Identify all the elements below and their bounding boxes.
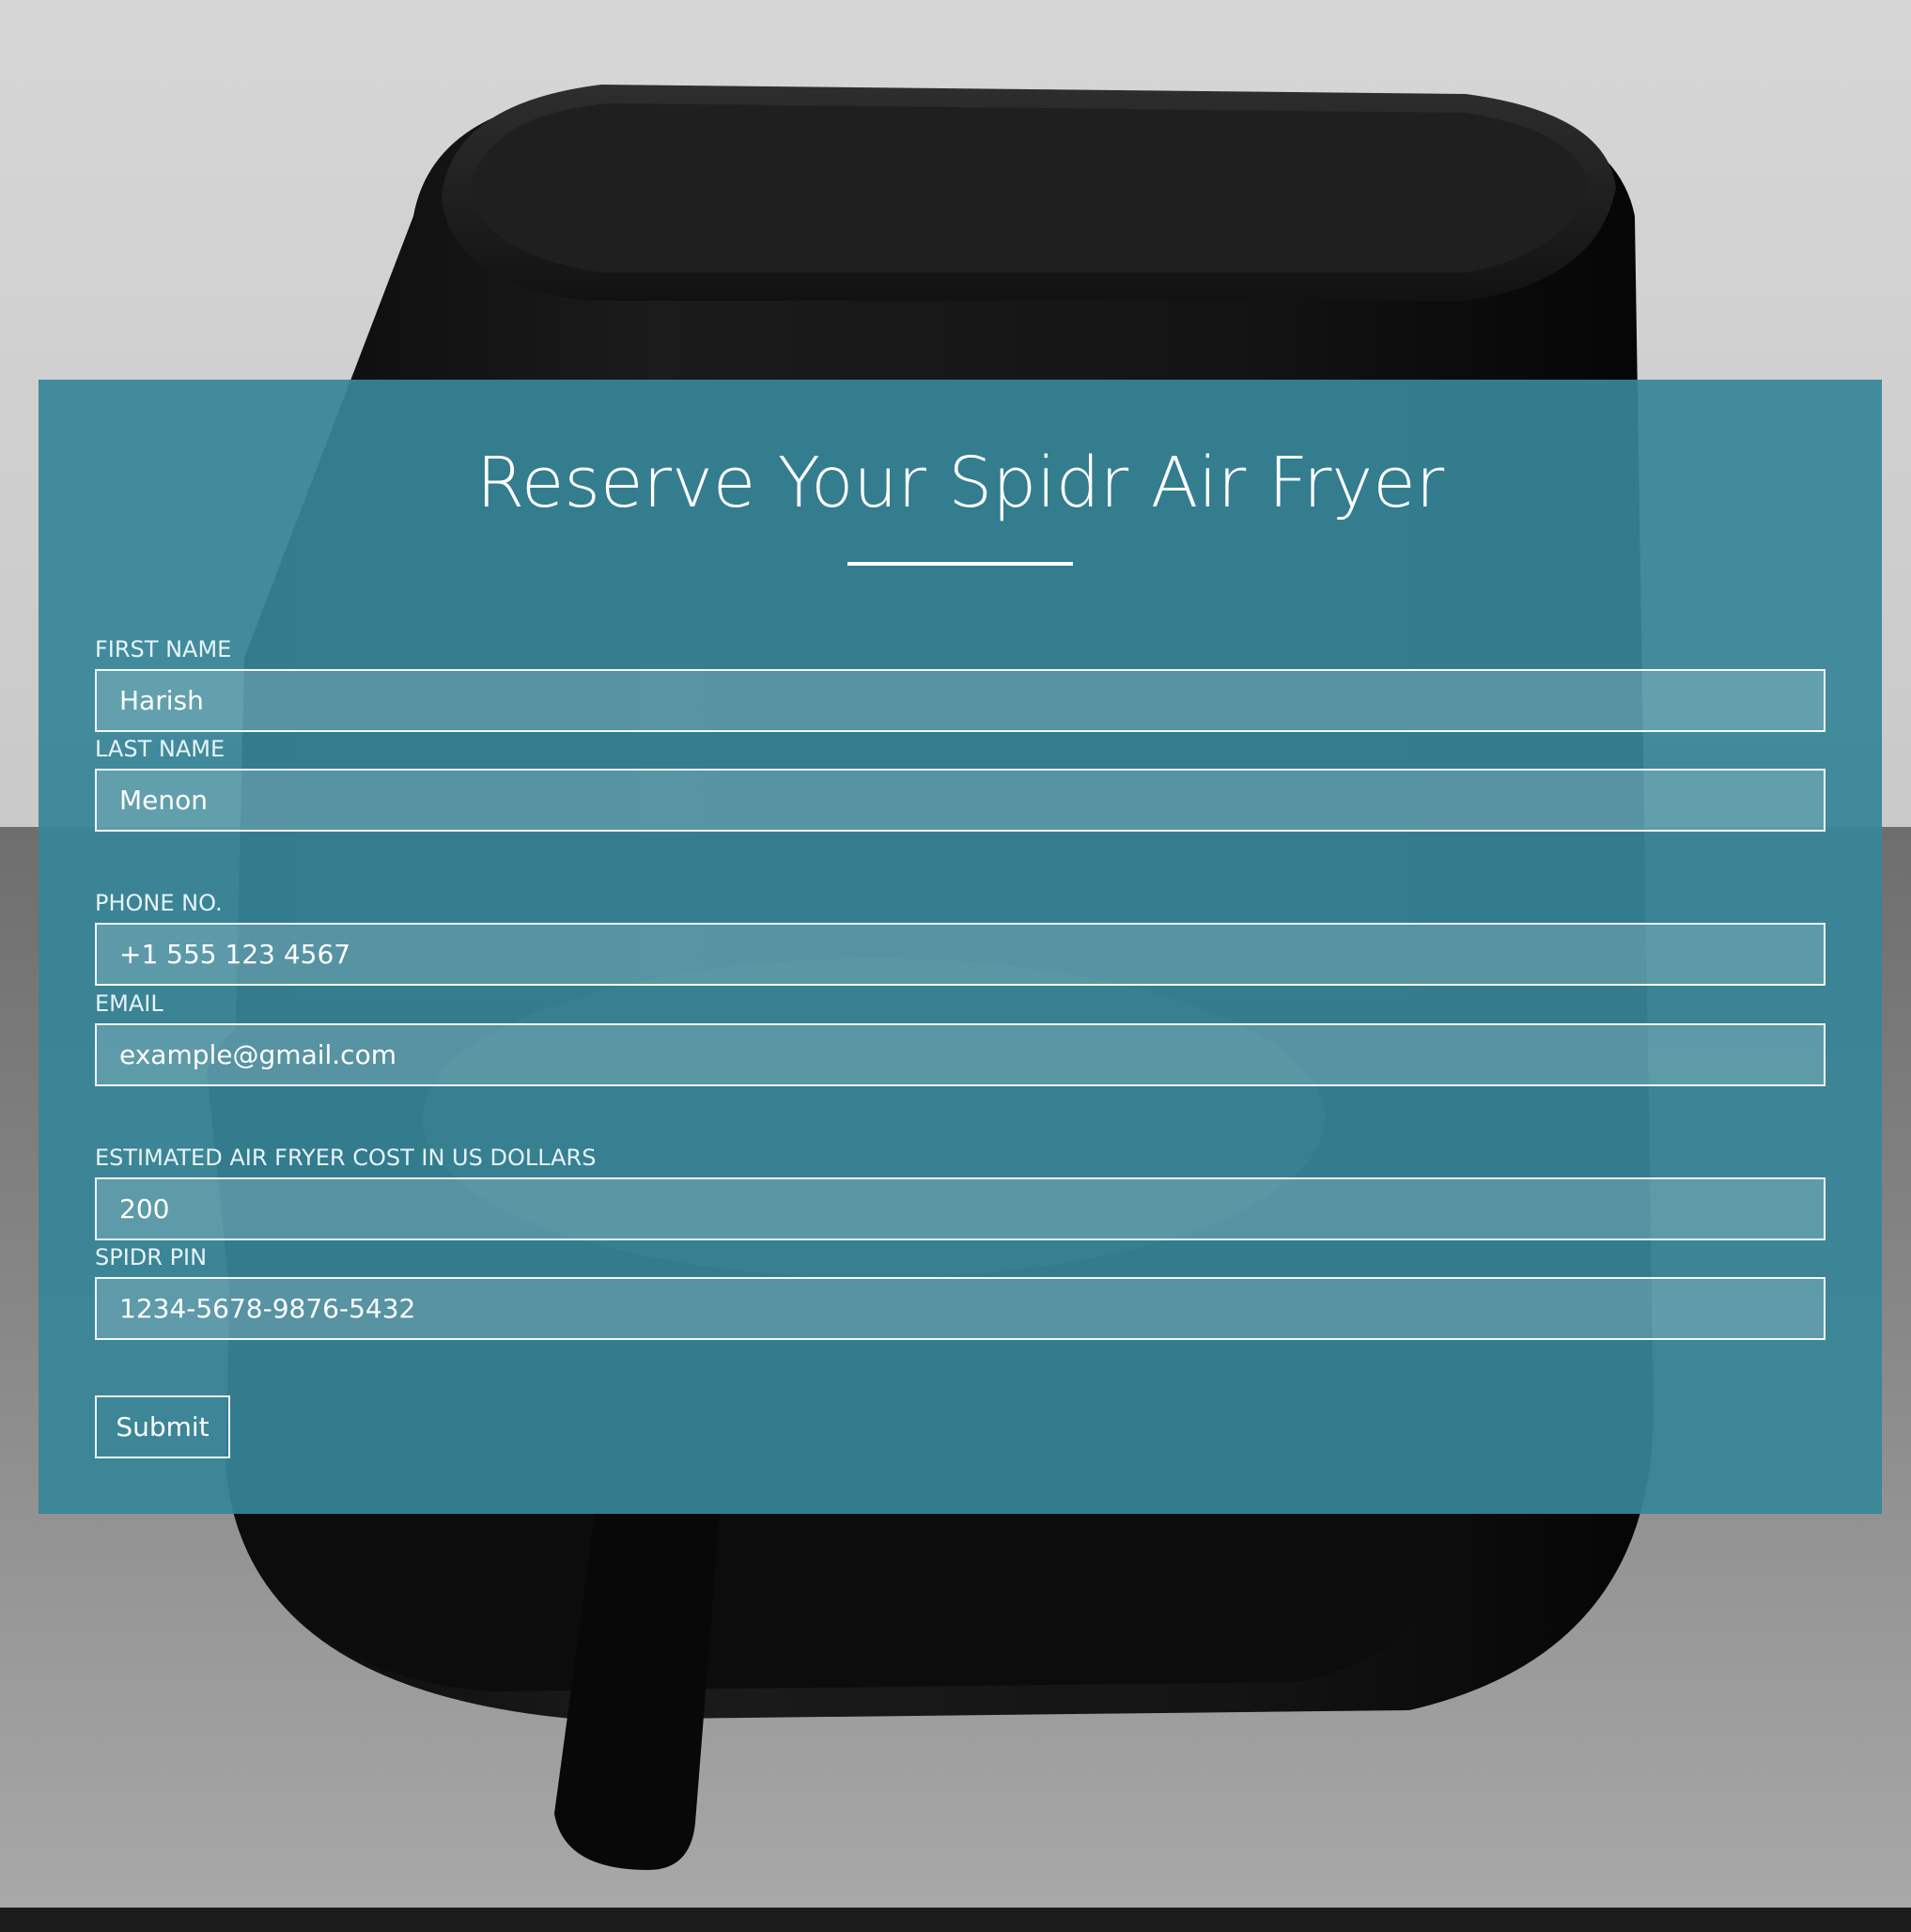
cost-label: ESTIMATED AIR FRYER COST IN US DOLLARS (95, 1145, 597, 1171)
cost-field: ESTIMATED AIR FRYER COST IN US DOLLARS (95, 1144, 1826, 1240)
last-name-input[interactable] (95, 769, 1826, 832)
first-name-input[interactable] (95, 669, 1826, 732)
phone-input[interactable] (95, 923, 1826, 986)
email-field: EMAIL (95, 989, 1826, 1086)
title-divider (847, 562, 1073, 566)
last-name-field: LAST NAME (95, 735, 1826, 832)
submit-button[interactable]: Submit (95, 1395, 230, 1458)
form-title: Reserve Your Spidr Air Fryer (475, 443, 1445, 523)
spidr-pin-field: SPIDR PIN (95, 1243, 1826, 1340)
last-name-label: LAST NAME (95, 736, 225, 762)
first-name-label: FIRST NAME (95, 636, 232, 662)
phone-field: PHONE NO. (95, 889, 1826, 986)
phone-label: PHONE NO. (95, 890, 223, 916)
bottom-bar (0, 1908, 1911, 1932)
cost-input[interactable] (95, 1177, 1826, 1240)
spidr-pin-label: SPIDR PIN (95, 1244, 208, 1270)
email-label: EMAIL (95, 990, 163, 1017)
spidr-pin-input[interactable] (95, 1277, 1826, 1340)
email-input[interactable] (95, 1023, 1826, 1086)
reservation-form-panel: Reserve Your Spidr Air Fryer FIRST NAME … (39, 380, 1882, 1514)
first-name-field: FIRST NAME (95, 635, 1826, 732)
